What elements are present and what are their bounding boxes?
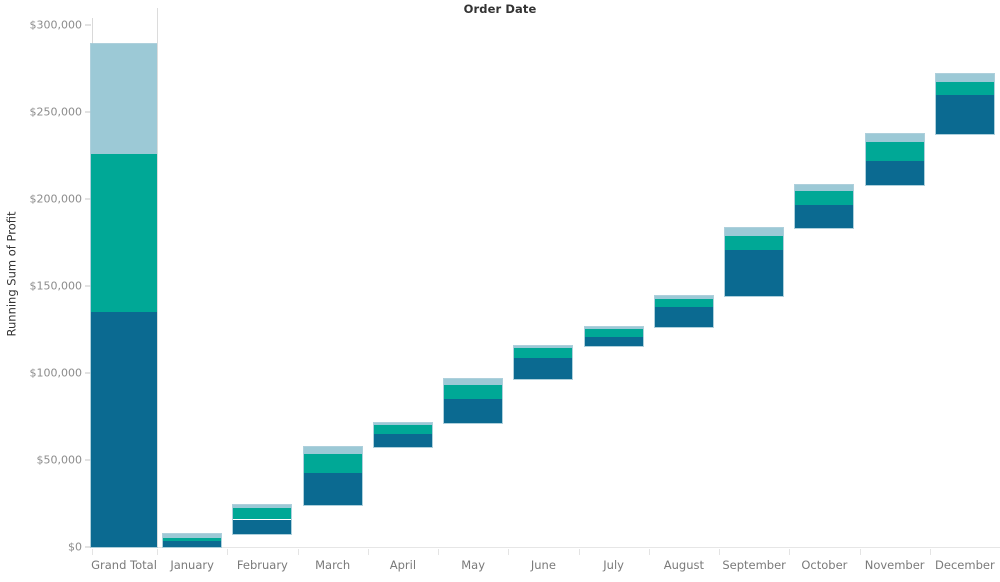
bar-october[interactable] [795,185,854,228]
x-axis-tick-september[interactable]: September [722,558,786,572]
bar-segment[interactable] [584,326,643,330]
bar-segment[interactable] [444,384,503,399]
x-axis-line [92,547,1000,548]
x-axis-separator [438,549,439,555]
bar-january[interactable] [163,534,222,547]
x-axis-separator [789,549,790,555]
y-axis-tick-label: $100,000 [29,366,83,380]
bar-segment[interactable] [444,379,503,385]
x-axis-tick-march[interactable]: March [315,558,350,572]
bar-segment[interactable] [935,81,994,95]
bar-segment[interactable] [865,134,924,143]
x-axis-tick-august[interactable]: August [664,558,704,572]
x-axis-separator [157,549,158,555]
bar-november[interactable] [865,134,924,186]
y-axis-tick-mark [85,24,91,26]
bar-segment[interactable] [91,44,157,154]
bar-august[interactable] [654,296,713,327]
x-axis-tick-january[interactable]: January [170,558,214,572]
y-axis-tick-label: $150,000 [29,279,83,293]
bar-may[interactable] [444,379,503,423]
x-axis-tick-february[interactable]: February [237,558,288,572]
bar-segment[interactable] [163,537,222,542]
bar-segment[interactable] [865,142,924,162]
bar-segment[interactable] [91,153,157,313]
bar-segment[interactable] [584,329,643,337]
bar-segment[interactable] [233,505,292,509]
bar-segment[interactable] [303,447,362,454]
bar-september[interactable] [725,227,784,297]
x-axis-tick-october[interactable]: October [801,558,847,572]
x-axis-separator [298,549,299,555]
bar-segment[interactable] [373,422,432,425]
x-axis-tick-may[interactable]: May [461,558,485,572]
bar-segment[interactable] [444,398,503,423]
x-axis-tick-april[interactable]: April [390,558,416,572]
bar-segment[interactable] [795,190,854,206]
y-axis-tick-label: $300,000 [29,18,83,32]
x-axis-tick-grand-total[interactable]: Grand Total [91,558,157,572]
bar-april[interactable] [373,422,432,448]
bar-segment[interactable] [795,185,854,191]
bar-segment[interactable] [725,227,784,236]
chart-title: Order Date [463,2,537,16]
bar-segment[interactable] [514,346,573,349]
bar-segment[interactable] [584,336,643,347]
bar-segment[interactable] [373,424,432,435]
bar-segment[interactable] [654,298,713,307]
bar-segment[interactable] [91,312,157,547]
bar-february[interactable] [233,505,292,535]
bar-segment[interactable] [654,306,713,327]
bar-segment[interactable] [373,434,432,448]
bar-december[interactable] [935,74,994,135]
x-axis-separator [579,549,580,555]
x-axis-separator [649,549,650,555]
bar-segment[interactable] [163,534,222,538]
x-axis-separator [508,549,509,555]
y-axis-tick-label: $250,000 [29,105,83,119]
bar-segment[interactable] [865,161,924,186]
bar-segment[interactable] [935,74,994,82]
x-axis-separator [860,549,861,555]
x-axis-separator [930,549,931,555]
bar-segment[interactable] [233,519,292,535]
grand-total-separator [157,8,158,547]
bar-segment[interactable] [795,205,854,228]
y-axis-tick-label: $0 [68,540,82,554]
x-axis-separator [227,549,228,555]
y-axis-tick-label: $50,000 [36,453,83,467]
bar-segment[interactable] [725,235,784,250]
bar-segment[interactable] [514,357,573,380]
x-axis-separator [92,549,93,555]
bar-july[interactable] [584,326,643,347]
bar-segment[interactable] [514,348,573,358]
x-axis-tick-july[interactable]: July [603,558,624,572]
bar-segment[interactable] [654,296,713,299]
bar-segment[interactable] [935,94,994,135]
chart-container: Order Date Running Sum of Profit $0 $50,0… [0,0,1000,582]
bar-june[interactable] [514,346,573,380]
bar-segment[interactable] [303,453,362,474]
bar-segment[interactable] [303,473,362,506]
y-axis-tick-label: $200,000 [29,192,83,206]
bar-march[interactable] [303,447,362,506]
bar-segment[interactable] [233,508,292,520]
x-axis-separator [719,549,720,555]
bar-segment[interactable] [725,249,784,297]
x-axis-separator [368,549,369,555]
bar-grand-total[interactable] [91,44,157,547]
x-axis-tick-june[interactable]: June [531,558,556,572]
y-axis-title-label: Running Sum of Profit [4,211,18,336]
x-axis-tick-december[interactable]: December [935,558,995,572]
bar-segment[interactable] [163,541,222,547]
x-axis-tick-november[interactable]: November [865,558,925,572]
